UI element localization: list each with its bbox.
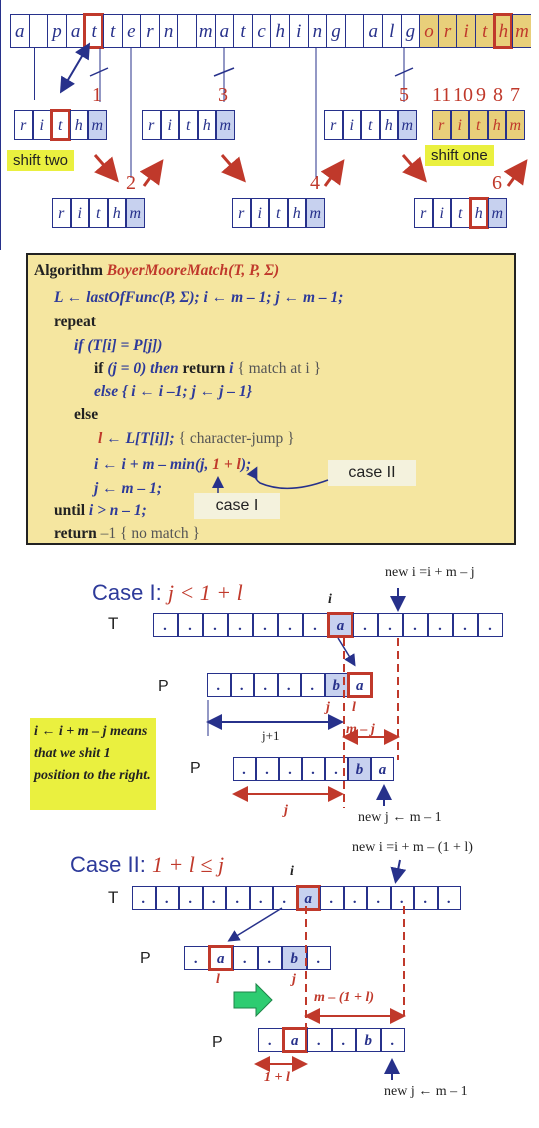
step-number-3: 3	[218, 84, 228, 106]
pat7-char-1: i	[432, 198, 451, 228]
pat4-char-2: t	[469, 110, 488, 140]
pat1-char-2: t	[50, 109, 71, 141]
pat4-char-0: r	[432, 110, 451, 140]
pat3-char-4: m	[398, 110, 417, 140]
pat1-char-3: h	[69, 110, 88, 140]
pat2-char-3: h	[197, 110, 216, 140]
pat1-char-0: r	[14, 110, 33, 140]
shift-one-label: shift one	[425, 145, 494, 166]
pat1-char-4: m	[88, 110, 107, 140]
pat5-char-3: h	[107, 198, 126, 228]
pat2-char-4: m	[216, 110, 235, 140]
pat7-char-3: h	[468, 197, 489, 229]
case2-arrows	[227, 859, 407, 1080]
pat7-char-0: r	[414, 198, 433, 228]
pat6-char-1: i	[250, 198, 269, 228]
pat5-char-0: r	[52, 198, 71, 228]
step-number-4: 4	[310, 172, 320, 194]
step-number-11: 11	[432, 84, 452, 106]
step-number-10: 10	[453, 84, 473, 106]
algo-arrows	[212, 466, 329, 493]
pat3-char-1: i	[342, 110, 361, 140]
pat3-char-3: h	[379, 110, 398, 140]
pat6-char-3: h	[287, 198, 306, 228]
pat1-char-1: i	[32, 110, 51, 140]
step-number-5: 5	[399, 84, 409, 106]
pat7-char-2: t	[451, 198, 470, 228]
pat4-char-4: m	[506, 110, 525, 140]
pat2-char-2: t	[179, 110, 198, 140]
pat3-char-2: t	[361, 110, 380, 140]
shift-two-label: shift two	[7, 150, 75, 171]
pat4-char-1: i	[450, 110, 469, 140]
pat6-char-4: m	[306, 198, 325, 228]
pat5-char-2: t	[89, 198, 108, 228]
algorithm-box: Algorithm BoyerMooreMatch(T, P, Σ) L ← l…	[26, 253, 516, 545]
pat5-char-4: m	[126, 198, 145, 228]
step-number-7: 7	[510, 84, 520, 106]
step-number-2: 2	[126, 172, 136, 194]
pat2-char-1: i	[160, 110, 179, 140]
pat6-char-2: t	[269, 198, 288, 228]
step-number-8: 8	[493, 84, 503, 106]
pat5-char-1: i	[70, 198, 89, 228]
step-number-6: 6	[492, 172, 502, 194]
step-number-9: 9	[476, 84, 486, 106]
pat2-char-0: r	[142, 110, 161, 140]
pat7-char-4: m	[488, 198, 507, 228]
case1-arrows	[206, 588, 406, 808]
pat4-char-3: h	[487, 110, 506, 140]
pat3-char-0: r	[324, 110, 343, 140]
step-number-1: 1	[92, 84, 102, 106]
pat6-char-0: r	[232, 198, 251, 228]
